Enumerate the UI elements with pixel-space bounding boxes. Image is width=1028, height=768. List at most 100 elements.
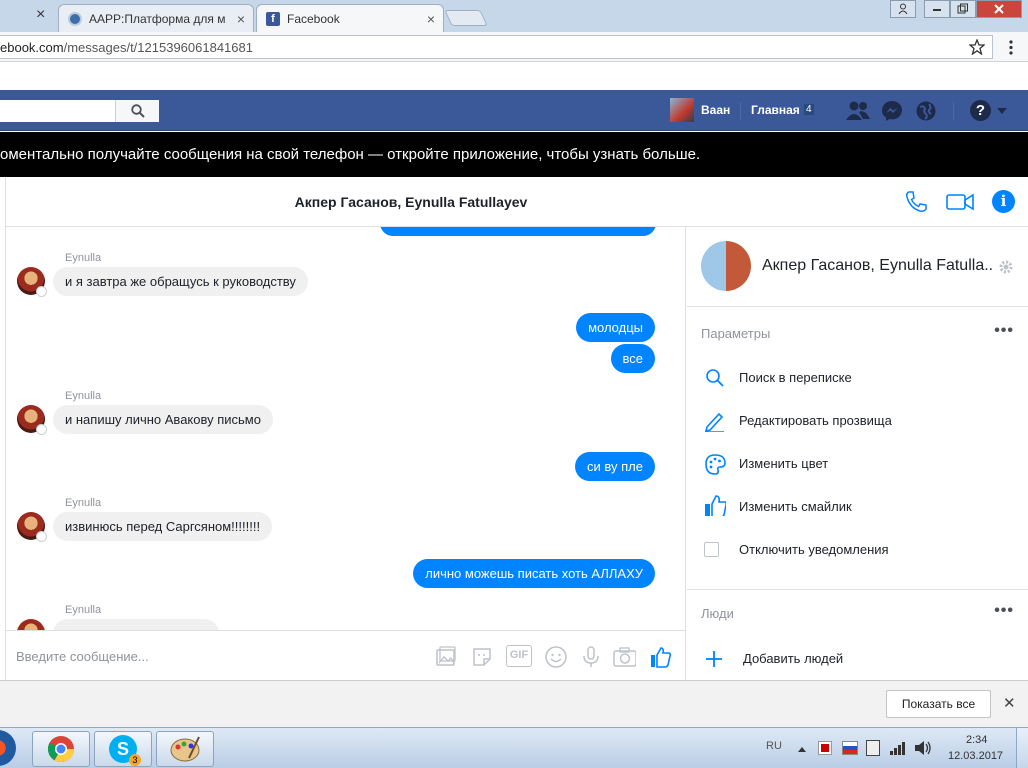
change-emoji-option[interactable]: Изменить смайлик — [701, 494, 1011, 524]
home-link[interactable]: Главная — [751, 103, 800, 117]
group-name: Акпер Гасанов, Eynulla Fatulla... — [762, 257, 992, 274]
network-signal-icon[interactable] — [889, 740, 907, 756]
tray-antivirus-icon[interactable] — [818, 741, 832, 755]
tab-close-icon[interactable]: × — [427, 11, 435, 27]
message-sender: Eynulla — [65, 604, 102, 616]
conversation-title: Акпер Гасанов, Eynulla Fatullayev — [294, 194, 528, 210]
message-bubble-outgoing: молодцы — [576, 313, 655, 342]
facebook-badge-icon — [36, 286, 47, 297]
address-bar: ebook.com/messages/t/1215396061841681 — [0, 32, 1028, 62]
plus-icon — [706, 651, 722, 667]
notifications-globe-icon[interactable] — [915, 100, 937, 122]
taskbar-skype-button[interactable]: S 3 — [94, 731, 152, 767]
sender-avatar[interactable] — [17, 267, 47, 297]
tab-facebook[interactable]: f Facebook × — [256, 4, 444, 32]
tab-aapp[interactable]: AAPP:Платформа для м × — [58, 4, 254, 32]
message-input[interactable] — [16, 645, 396, 667]
user-profile-button[interactable] — [890, 0, 916, 18]
language-indicator[interactable]: RU — [766, 740, 782, 752]
messenger-icon[interactable] — [881, 100, 903, 122]
parameters-section-title: Параметры — [701, 326, 771, 341]
people-more-icon[interactable]: ••• — [994, 602, 1014, 620]
message-bubble-incoming: извинюсь перед Саргсяном!!!!!!!! — [53, 512, 273, 541]
edit-nicknames-option[interactable]: Редактировать прозвища — [701, 408, 1011, 438]
message-bubble-incoming — [53, 619, 219, 630]
nav-divider — [953, 102, 954, 120]
clock-time[interactable]: 2:34 — [966, 734, 987, 746]
search-icon — [130, 104, 145, 118]
friend-requests-icon[interactable] — [845, 100, 871, 122]
conversation-info-icon[interactable]: i — [992, 190, 1015, 213]
thumbs-up-send-icon[interactable] — [649, 645, 673, 669]
taskbar-paint-button[interactable] — [156, 731, 214, 767]
people-section-title: Люди — [701, 606, 734, 621]
group-avatar[interactable] — [701, 241, 751, 291]
option-label: Поиск в переписке — [739, 370, 852, 385]
mute-notifications-option[interactable]: Отключить уведомления — [701, 537, 1011, 567]
checkbox-icon[interactable] — [704, 542, 719, 557]
search-in-conversation-option[interactable]: Поиск в переписке — [701, 365, 1011, 395]
restore-icon — [957, 3, 968, 14]
message-thread[interactable]: Eynulla и я завтра же обращусь к руковод… — [6, 227, 686, 630]
parameters-more-icon[interactable]: ••• — [994, 322, 1014, 340]
message-bubble-outgoing: лично можешь писать хоть АЛЛАХУ — [413, 559, 655, 588]
video-call-icon[interactable] — [946, 191, 974, 213]
window-close-button[interactable] — [976, 0, 1022, 18]
taskbar-chrome-button[interactable] — [32, 731, 90, 767]
user-profile-icon — [898, 3, 908, 15]
search-button[interactable] — [115, 100, 159, 122]
emoji-icon[interactable] — [544, 645, 568, 669]
message-sender: Eynulla — [65, 252, 102, 264]
show-desktop-button[interactable] — [1016, 728, 1028, 768]
nav-divider — [740, 102, 741, 120]
phone-call-icon[interactable] — [904, 190, 928, 214]
microphone-icon[interactable] — [579, 645, 603, 669]
tab-close-icon[interactable]: × — [237, 11, 245, 27]
palette-icon — [705, 454, 726, 475]
menu-icon[interactable] — [1008, 40, 1014, 56]
search-icon — [706, 369, 724, 387]
message-bubble-outgoing: все — [610, 344, 655, 373]
message-sender: Eynulla — [65, 390, 102, 402]
pencil-icon — [704, 412, 724, 432]
gif-button[interactable]: GIF — [506, 645, 532, 667]
sender-avatar[interactable] — [17, 619, 45, 630]
browser-tabstrip: × AAPP:Платформа для м × f Facebook × — [0, 0, 1028, 32]
add-people-option[interactable]: Добавить людей — [701, 646, 1011, 676]
app-promo-banner[interactable]: оментально получайте сообщения на свой т… — [0, 132, 1028, 177]
tray-flag-icon[interactable] — [842, 741, 858, 755]
settings-gear-icon[interactable] — [998, 259, 1014, 275]
facebook-search-input[interactable] — [0, 100, 159, 122]
help-icon[interactable]: ? — [970, 100, 991, 121]
sticker-icon[interactable] — [470, 645, 494, 669]
url-field[interactable]: ebook.com/messages/t/1215396061841681 — [0, 35, 993, 59]
thumbs-up-icon — [705, 495, 726, 516]
new-tab-button[interactable] — [444, 10, 488, 26]
start-button[interactable] — [0, 730, 16, 766]
messenger-panel: Акпер Гасанов, Eynulla Fatullayev i Eynu… — [0, 177, 1028, 680]
facebook-favicon-icon: f — [266, 12, 280, 26]
sender-avatar[interactable] — [17, 512, 47, 542]
user-avatar[interactable] — [670, 98, 694, 122]
photo-upload-icon[interactable] — [434, 645, 458, 669]
minimize-button[interactable] — [924, 0, 950, 18]
tab-close-icon[interactable]: × — [36, 6, 45, 24]
volume-icon[interactable] — [914, 740, 932, 756]
facebook-badge-icon — [36, 531, 47, 542]
download-bar-close-icon[interactable]: ✕ — [1003, 694, 1016, 712]
profile-link[interactable]: Ваан — [701, 103, 730, 117]
dropdown-caret-icon[interactable] — [996, 107, 1008, 115]
windows-taskbar: S 3 RU 2:34 12.03.2017 — [0, 727, 1028, 768]
bookmark-star-icon[interactable] — [969, 39, 985, 55]
aapp-favicon-icon — [68, 12, 82, 26]
show-all-downloads-button[interactable]: Показать все — [886, 690, 991, 718]
tray-expand-icon[interactable] — [797, 745, 807, 753]
sender-avatar[interactable] — [17, 405, 47, 435]
tray-devices-icon[interactable] — [866, 740, 880, 756]
change-color-option[interactable]: Изменить цвет — [701, 451, 1011, 481]
clock-date[interactable]: 12.03.2017 — [948, 750, 1003, 762]
facebook-top-bar: Ваан Главная 4 ? — [0, 90, 1028, 131]
restore-button[interactable] — [950, 0, 976, 18]
camera-icon[interactable] — [612, 645, 636, 669]
message-composer: GIF — [6, 630, 686, 680]
